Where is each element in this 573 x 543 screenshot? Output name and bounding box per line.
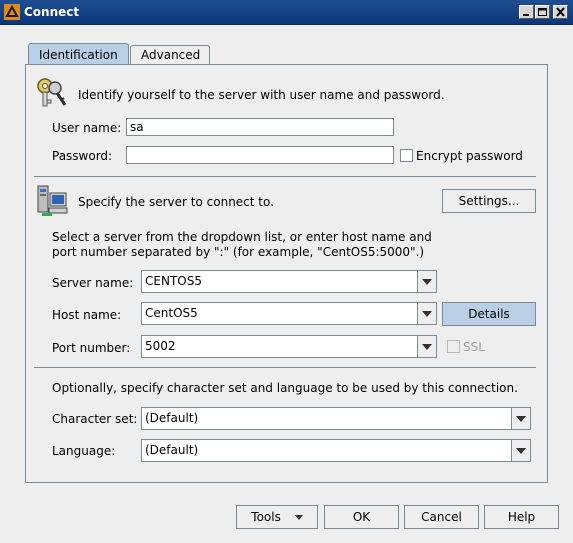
server-instructions: Specify the server to connect to. [78,195,274,209]
password-input[interactable] [126,146,394,164]
port-number-combo[interactable]: 5002 [141,335,437,358]
language-combo[interactable]: (Default) [141,439,531,462]
help-button[interactable]: Help [484,505,559,529]
encrypt-password-checkbox[interactable] [400,149,413,162]
chevron-down-icon[interactable] [511,440,530,461]
ssl-checkbox[interactable] [447,340,460,353]
title-bar[interactable]: Connect [0,0,573,25]
port-number-value: 5002 [145,339,176,353]
user-name-label: User name: [52,121,122,135]
language-label: Language: [52,444,116,458]
password-label: Password: [52,149,113,163]
keys-icon [37,78,67,107]
character-set-value: (Default) [145,411,199,425]
settings-button[interactable]: Settings... [442,189,536,213]
server-name-value: CENTOS5 [145,274,202,288]
tab-identification[interactable]: Identification [28,43,129,65]
chevron-down-icon[interactable] [417,271,436,292]
close-icon [556,7,565,17]
section-divider [34,367,536,368]
port-number-label: Port number: [52,341,131,355]
tab-advanced[interactable]: Advanced [130,45,210,65]
character-set-label: Character set: [52,412,138,426]
ssl-label: SSL [463,340,485,354]
app-icon [4,4,20,20]
identify-instructions: Identify yourself to the server with use… [78,88,445,102]
close-button[interactable] [553,5,568,19]
tools-button-label: Tools [251,510,281,524]
minimize-button[interactable] [519,5,534,19]
server-help-line-1: Select a server from the dropdown list, … [52,230,432,244]
host-name-label: Host name: [52,308,122,322]
encrypt-password-label: Encrypt password [416,149,523,163]
chevron-down-icon[interactable] [417,303,436,324]
tools-button[interactable]: Tools [236,505,318,529]
user-name-input[interactable]: sa [126,118,394,136]
charset-instructions: Optionally, specify character set and la… [52,381,518,395]
server-help-line-2: port number separated by ":" (for exampl… [52,245,425,259]
chevron-down-icon[interactable] [511,408,530,429]
maximize-button[interactable] [535,5,550,19]
window-title: Connect [24,5,80,19]
language-value: (Default) [145,443,199,457]
minimize-icon [523,14,529,16]
server-name-combo[interactable]: CENTOS5 [141,270,437,293]
chevron-down-icon[interactable] [417,336,436,357]
maximize-icon [538,8,547,16]
host-name-combo[interactable]: CentOS5 [141,302,437,325]
cancel-button[interactable]: Cancel [404,505,479,529]
server-computer-icon [37,185,68,216]
server-name-label: Server name: [52,276,134,290]
character-set-combo[interactable]: (Default) [141,407,531,430]
ok-button[interactable]: OK [324,505,399,529]
details-button[interactable]: Details [442,302,536,326]
section-divider [34,176,536,177]
host-name-value: CentOS5 [145,306,198,320]
tools-dropdown-icon [294,515,303,520]
